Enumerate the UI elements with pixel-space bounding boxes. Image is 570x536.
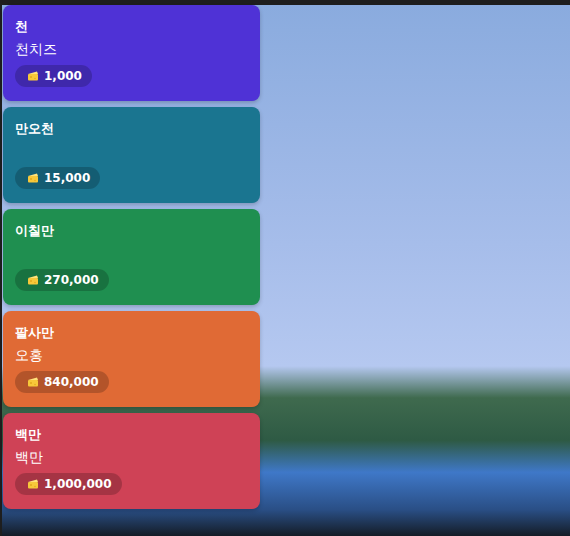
card-subtitle: 백만 [15,447,248,467]
reward-card[interactable]: 백만 백만 1,000,000 [3,413,260,509]
amount-text: 1,000 [44,65,82,87]
card-subtitle [15,243,248,263]
cheese-icon [27,274,39,286]
card-title: 백만 [15,426,248,444]
cheese-icon [27,478,39,490]
card-subtitle: 오홍 [15,345,248,365]
amount-badge: 1,000 [15,65,92,87]
amount-text: 15,000 [44,167,90,189]
cheese-icon [27,172,39,184]
amount-badge: 840,000 [15,371,109,393]
reward-card[interactable]: 이칠만 270,000 [3,209,260,305]
reward-card[interactable]: 천 천치즈 1,000 [3,5,260,101]
screen: 천 천치즈 1,000만오천 15,000이칠만 270,000팔사만 오홍 8… [0,0,570,536]
amount-badge: 270,000 [15,269,109,291]
amount-badge: 1,000,000 [15,473,122,495]
card-title: 천 [15,18,248,36]
card-title: 이칠만 [15,222,248,240]
card-title: 만오천 [15,120,248,138]
reward-card[interactable]: 만오천 15,000 [3,107,260,203]
cheese-icon [27,70,39,82]
amount-badge: 15,000 [15,167,100,189]
card-list: 천 천치즈 1,000만오천 15,000이칠만 270,000팔사만 오홍 8… [0,0,260,509]
amount-text: 1,000,000 [44,473,112,495]
reward-card[interactable]: 팔사만 오홍 840,000 [3,311,260,407]
card-subtitle: 천치즈 [15,39,248,59]
amount-text: 840,000 [44,371,99,393]
cheese-icon [27,376,39,388]
card-subtitle [15,141,248,161]
card-title: 팔사만 [15,324,248,342]
amount-text: 270,000 [44,269,99,291]
